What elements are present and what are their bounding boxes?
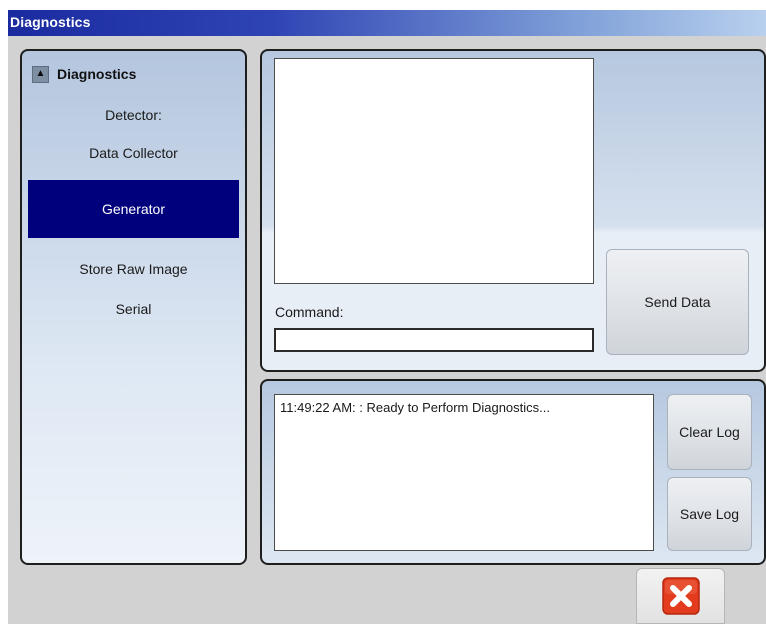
close-icon — [661, 577, 700, 615]
sidebar-item-store-raw-image[interactable]: Store Raw Image — [28, 261, 239, 277]
log-text-area[interactable]: 11:49:22 AM: : Ready to Perform Diagnost… — [274, 394, 654, 551]
log-entry: 11:49:22 AM: : Ready to Perform Diagnost… — [280, 400, 550, 415]
window-title: Diagnostics — [10, 14, 91, 30]
diagnostics-window: Diagnostics ▲ Diagnostics Detector: Data… — [8, 10, 766, 624]
command-panel: Command: Send Data — [260, 49, 766, 372]
sidebar-item-generator[interactable]: Generator — [28, 180, 239, 238]
close-button[interactable] — [636, 568, 725, 624]
clear-log-button[interactable]: Clear Log — [667, 394, 752, 470]
title-bar: Diagnostics — [8, 10, 766, 36]
command-input[interactable] — [274, 328, 594, 352]
sidebar-panel: ▲ Diagnostics Detector: Data Collector G… — [20, 49, 247, 565]
sidebar-item-detector[interactable]: Detector: — [28, 107, 239, 123]
log-panel: 11:49:22 AM: : Ready to Perform Diagnost… — [260, 379, 766, 565]
save-log-button[interactable]: Save Log — [667, 477, 752, 551]
response-text-area[interactable] — [274, 58, 594, 284]
sidebar-section-title: Diagnostics — [57, 66, 137, 82]
command-label: Command: — [275, 304, 344, 320]
sidebar-item-serial[interactable]: Serial — [28, 301, 239, 317]
send-data-button[interactable]: Send Data — [606, 249, 749, 355]
chevron-up-icon[interactable]: ▲ — [32, 65, 49, 83]
sidebar-item-data-collector[interactable]: Data Collector — [28, 145, 239, 161]
sidebar-section-header[interactable]: ▲ Diagnostics — [32, 64, 136, 84]
